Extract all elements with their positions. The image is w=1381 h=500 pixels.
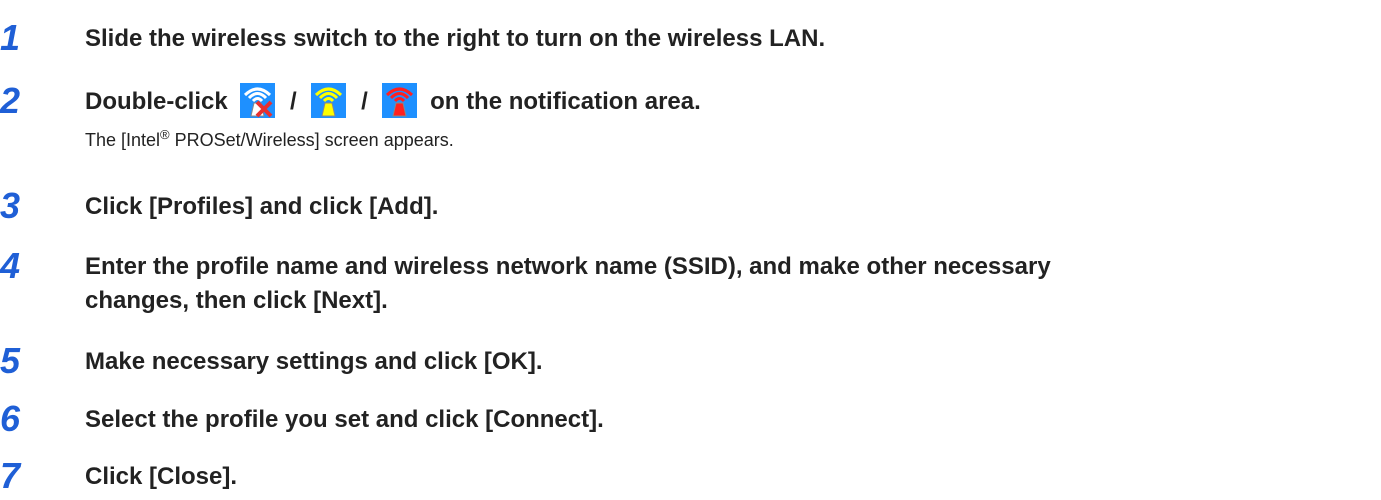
step-text: Click [Profiles] and click [Add]. <box>85 193 439 220</box>
step-text: Slide the wireless switch to the right t… <box>85 25 826 52</box>
icon-separator: / <box>361 88 368 115</box>
step-text: Double-click / / on the notification are… <box>85 83 1371 119</box>
step-text-suffix: on the notification area. <box>430 88 701 115</box>
step-number: 5 <box>0 340 21 381</box>
step-text: Select the profile you set and click [Co… <box>85 406 604 433</box>
step-text-line-2: changes, then click [Next]. <box>85 287 388 314</box>
wireless-searching-icon <box>311 83 347 119</box>
step-number: 3 <box>0 185 21 226</box>
step-text: Click [Close]. <box>85 463 238 490</box>
step-number: 4 <box>0 245 21 286</box>
step-note-suffix: PROSet/Wireless] screen appears. <box>169 130 454 150</box>
step-number: 7 <box>0 455 21 496</box>
wireless-disconnected-icon <box>382 83 418 119</box>
step-note: The [Intel® PROSet/Wireless] screen appe… <box>85 127 454 151</box>
icon-separator: / <box>290 88 297 115</box>
step-number: 2 <box>0 80 21 121</box>
step-text: Enter the profile name and wireless netw… <box>85 250 1371 318</box>
step-note-prefix: The [Intel <box>85 130 161 150</box>
step-number: 1 <box>0 17 21 58</box>
wireless-off-icon <box>240 83 276 119</box>
step-number: 6 <box>0 398 21 439</box>
registered-mark: ® <box>160 127 170 142</box>
step-text-line-1: Enter the profile name and wireless netw… <box>85 253 1051 280</box>
step-text: Make necessary settings and click [OK]. <box>85 348 543 375</box>
step-text-prefix: Double-click <box>85 88 228 115</box>
